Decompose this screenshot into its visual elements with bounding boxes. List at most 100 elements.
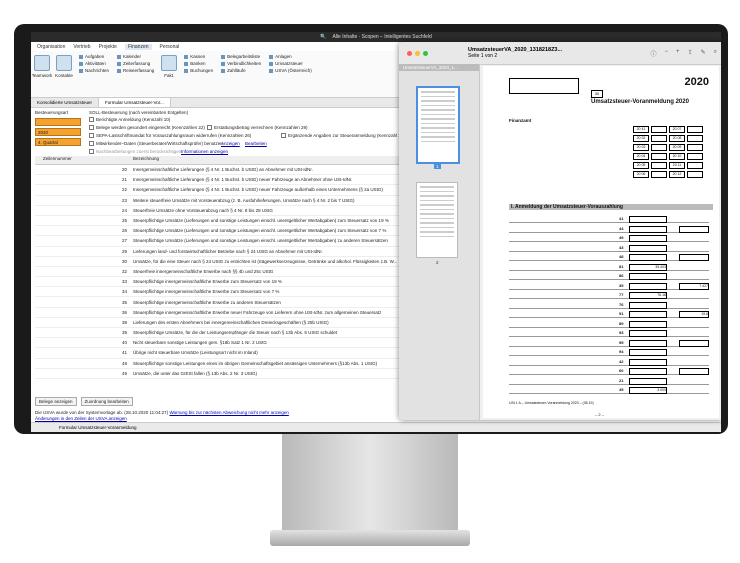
close-button[interactable]: [407, 50, 412, 56]
col-zeilennummer[interactable]: Zeilennummer: [35, 156, 133, 164]
zoom-out-icon[interactable]: −: [665, 49, 669, 58]
tab-formular-ust[interactable]: Formular Umsatzsteuer-Vor...: [99, 98, 171, 107]
belege-anzeigen-button[interactable]: Belege anzeigen: [35, 397, 77, 406]
table-row[interactable]: 39 Steuerpflichtige Umsätze, für die der …: [35, 328, 405, 339]
minimize-button[interactable]: [415, 50, 420, 56]
table-row[interactable]: 38 Lieferungen des ersten Abnehmers bei i…: [35, 318, 405, 328]
table-row[interactable]: 36 Steuerpflichtige innergemeinschaftlich…: [35, 308, 405, 318]
table-row[interactable]: 27 Steuerpflichtige Umsätze (Lieferungen …: [35, 236, 405, 247]
table-row[interactable]: 40 Nicht steuerbare sonstige Leistungen g…: [35, 338, 405, 349]
row-label: Steuerpflichtige sonstige Leistungen ein…: [133, 360, 378, 366]
belegarbeitsliste-button[interactable]: Belegarbeitsliste: [221, 54, 261, 59]
search-icon[interactable]: ⌕: [714, 49, 717, 58]
menu-projekte[interactable]: Projekte: [99, 44, 117, 50]
share-icon[interactable]: ⇪: [688, 49, 693, 58]
period-type-select[interactable]: [35, 118, 81, 126]
row-number: 40: [121, 340, 127, 346]
tax-box: [679, 368, 709, 375]
reiseerfassung-button[interactable]: Reiseerfassung: [117, 68, 154, 73]
amount-box: 39.403: [629, 263, 667, 271]
form-line: 86: [509, 273, 709, 280]
menu-personal[interactable]: Personal: [160, 44, 180, 50]
table-row[interactable]: 22 Innergemeinschaftliche Lieferungen (§ …: [35, 185, 405, 196]
menu-organisation[interactable]: Organisation: [37, 44, 65, 50]
pdf-page: 2020 Umsatzsteuer-Voranmeldung 2020 30 F…: [483, 66, 719, 418]
contacts-icon: [56, 55, 72, 71]
menu-finanzen[interactable]: Finanzen: [124, 43, 152, 50]
row-label: Lieferungen land- und forstwirtschaftlic…: [133, 248, 323, 254]
row-label: Innergemeinschaftliche Lieferungen (§ 4 …: [133, 167, 313, 173]
amount-box: [629, 244, 667, 252]
zoom-button[interactable]: [423, 50, 428, 56]
table-row[interactable]: 20 Innergemeinschaftliche Lieferungen (§ …: [35, 165, 405, 176]
quarter-select[interactable]: 4. Quartal: [35, 138, 81, 146]
zahllaeufe-button[interactable]: Zahlläufe: [221, 68, 261, 73]
table-row[interactable]: 35 Steuerpflichtige innergemeinschaftlich…: [35, 297, 405, 308]
page-label-2: 2: [436, 260, 439, 265]
form-line: 77 76.18: [509, 292, 709, 299]
besteuerungsart-value: SOLL-Besteuerung (nach vereinbarten Entg…: [89, 110, 189, 115]
tab-konsolidierte-ust[interactable]: Konsolidierte Umsatzsteuer: [31, 98, 100, 107]
umsatzsteuer-button[interactable]: Umsatzsteuer: [269, 61, 312, 66]
table-row[interactable]: 23 Weitere steuerfreie Umsätze mit Vorste…: [35, 196, 405, 206]
zoom-in-icon[interactable]: +: [676, 49, 680, 58]
table-row[interactable]: 49 Umsätze, die unter das GrESt fallen (§…: [35, 369, 405, 379]
table-row[interactable]: 33 Steuerpflichtige innergemeinschaftlich…: [35, 277, 405, 288]
table-row[interactable]: 26 Steuerpflichtige Umsätze (Lieferungen …: [35, 226, 405, 237]
anzeigen-link[interactable]: Anzeigen: [221, 141, 240, 146]
kontakte-button[interactable]: Kontakte: [53, 51, 75, 97]
col-bezeichnung[interactable]: Bezeichnung: [133, 156, 405, 164]
buchungen-button[interactable]: Buchungen: [184, 68, 213, 73]
kassen-button[interactable]: Kassen: [184, 54, 213, 59]
thumbnail-page-1[interactable]: [416, 86, 460, 164]
menu-vertrieb[interactable]: Vertrieb: [73, 44, 90, 50]
markup-icon[interactable]: ✎: [701, 49, 706, 58]
check-erstattung[interactable]: Erstattungsbetrag verrechnen (Kennzahlen…: [207, 125, 308, 130]
form-line: 49: [509, 235, 709, 242]
banken-button[interactable]: Banken: [184, 61, 213, 66]
kalender-button[interactable]: Kalender: [117, 54, 154, 59]
table-row[interactable]: 24 Steuerfreie Umsätze ohne Vorsteuerabzu…: [35, 206, 405, 216]
check-ergaenzend[interactable]: Ergänzende Angaben zur Steueranmeldung (…: [281, 133, 405, 138]
zeiterfassung-button[interactable]: Zeiterfassung: [117, 61, 154, 66]
monitor-foot: [270, 530, 470, 546]
line-code: 86: [619, 273, 624, 278]
line-code: 91: [619, 311, 624, 316]
table-row[interactable]: 41 Übrige nicht steuerbare Umsätze (Leist…: [35, 348, 405, 359]
aufgaben-button[interactable]: Aufgaben: [79, 54, 109, 59]
anlagen-button[interactable]: Anlagen: [269, 54, 312, 59]
check-nachbearbeitungen[interactable]: Nachbearbeitungen zuerst berücksichtigen: [89, 149, 181, 154]
table-row[interactable]: 29 Lieferungen land- und forstwirtschaftl…: [35, 247, 405, 257]
teamwork-button[interactable]: Teamwork: [31, 51, 53, 97]
table-row[interactable]: 34 Steuerpflichtige innergemeinschaftlich…: [35, 287, 405, 298]
fakt-button[interactable]: Fakt.: [158, 51, 180, 97]
row-number: 34: [121, 289, 127, 295]
show-changes-link[interactable]: Änderungen in den Zeilen der USVA anzeig…: [35, 416, 127, 421]
check-belege[interactable]: Belege werden gesondert eingereicht (Ken…: [89, 125, 205, 130]
thumbnail-sidebar: UmsatzsteuerVA_2020_1... 1 2: [399, 64, 480, 420]
thumbnail-page-2[interactable]: [416, 182, 458, 258]
zuordnung-bearbeiten-button[interactable]: Zuordnung bearbeiten: [80, 397, 133, 406]
usva-austria-button[interactable]: USVA (Österreich): [269, 68, 312, 73]
informationen-link[interactable]: Informationen anzeigen: [181, 149, 228, 154]
table-row[interactable]: 21 Innergemeinschaftliche Lieferungen (§ …: [35, 175, 405, 186]
warning-suppress-link[interactable]: Warnung bis zur nächsten Abweichung nich…: [169, 410, 288, 415]
table-row[interactable]: 30 Umsätze, für die eine Steuer nach § 24…: [35, 257, 405, 267]
amount-box: [629, 349, 667, 356]
verbindlichkeiten-button[interactable]: Verbindlichkeiten: [221, 61, 261, 66]
year-select[interactable]: 2020: [35, 128, 81, 136]
aktivitaeten-button[interactable]: Aktivitäten: [79, 61, 109, 66]
check-sepa[interactable]: SEPA-Lastschriftmandat für Vorauszahlung…: [89, 133, 251, 138]
table-row[interactable]: 25 Steuerpflichtige Umsätze (Lieferungen …: [35, 216, 405, 227]
search-icon[interactable]: 🔍: [320, 34, 326, 40]
row-label: Weitere steuerfreie Umsätze mit Vorsteue…: [133, 197, 355, 203]
bearbeiten-link[interactable]: Bearbeiten: [245, 141, 267, 146]
table-row[interactable]: 32 Steuerfreie innergemeinschaftliche Erw…: [35, 267, 405, 278]
check-mitwirkender[interactable]: Mitwirkender–Daten (Steuerberater/Wirtsc…: [89, 141, 223, 146]
pdf-toolbar: UmsatzsteuerVA_2020_1318218Z3... Seite 1…: [399, 42, 721, 65]
form-line: 60: [509, 368, 709, 375]
check-berichtigt[interactable]: Berichtigte Anmeldung (Kennzahl 10): [89, 117, 170, 122]
info-icon[interactable]: ⓘ: [651, 49, 657, 58]
nachrichten-button[interactable]: Nachrichten: [79, 68, 109, 73]
table-row[interactable]: 48 Steuerpflichtige sonstige Leistungen e…: [35, 359, 405, 369]
